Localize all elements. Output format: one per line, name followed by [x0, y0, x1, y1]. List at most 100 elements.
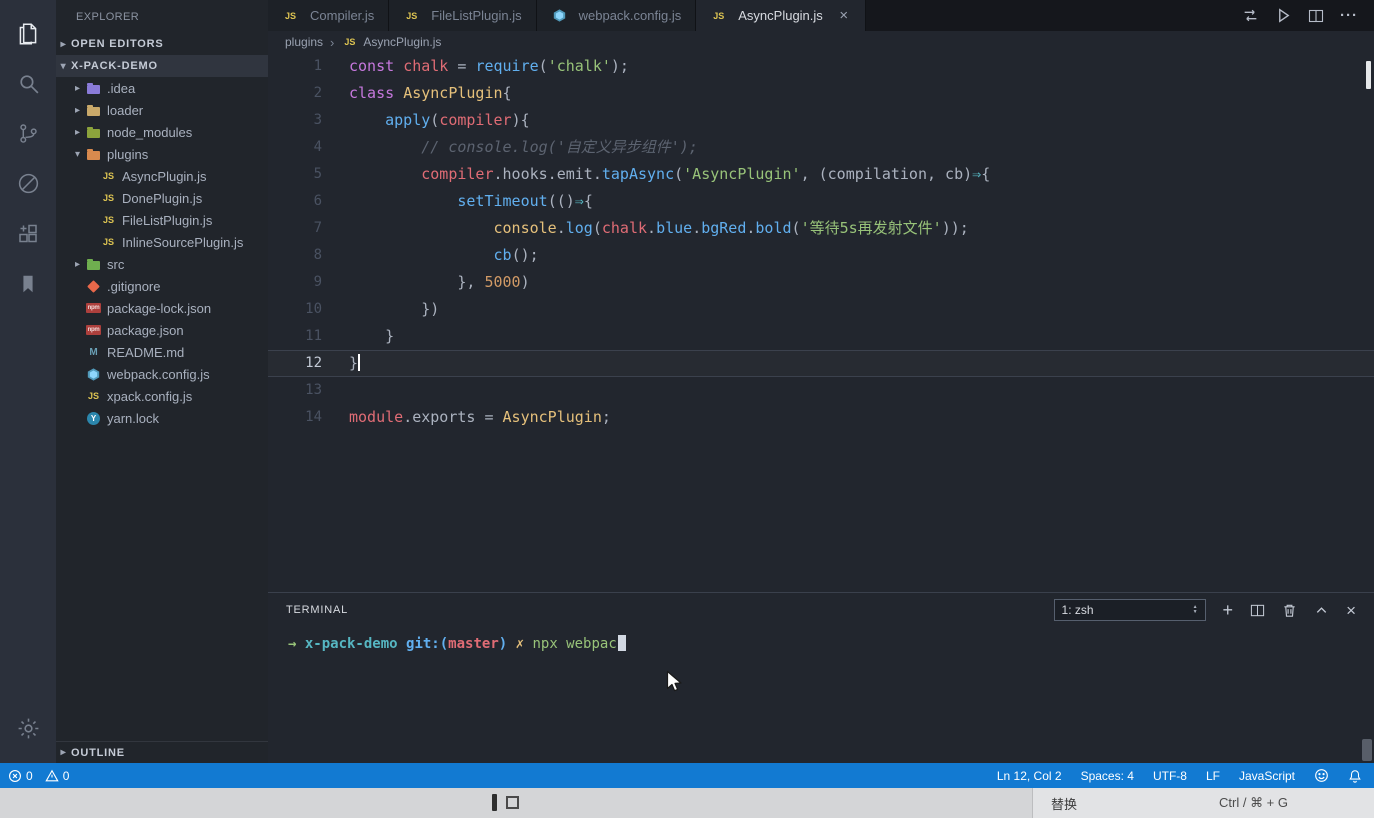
code-line-1[interactable]: 1 const chalk = require('chalk');	[268, 53, 1374, 80]
line-number: 6	[313, 193, 322, 209]
terminal-prompt-segment: ✗	[515, 636, 533, 652]
activity-debug-icon[interactable]	[4, 160, 52, 207]
tree-item-plugins[interactable]: ▾ plugins	[56, 143, 268, 165]
tree-item-package-json[interactable]: npm package.json	[56, 319, 268, 341]
activity-source-control-icon[interactable]	[4, 110, 52, 157]
line-number: 3	[313, 112, 322, 128]
status-encoding[interactable]: UTF-8	[1153, 769, 1187, 783]
tree-item-doneplugin-js[interactable]: JS DonePlugin.js	[56, 187, 268, 209]
activity-search-icon[interactable]	[4, 60, 52, 107]
activity-bookmarks-icon[interactable]	[4, 260, 52, 307]
outline-header[interactable]: ▸ OUTLINE	[56, 741, 268, 763]
tree-item-webpack-config-js[interactable]: webpack.config.js	[56, 363, 268, 385]
code-line-3[interactable]: 3 apply(compiler){	[268, 107, 1374, 134]
tree-item-idea[interactable]: ▸ .idea	[56, 77, 268, 99]
terminal-title[interactable]: TERMINAL	[286, 604, 348, 616]
code-line-8[interactable]: 8 cb();	[268, 242, 1374, 269]
code-line-12[interactable]: 12}	[268, 350, 1374, 377]
terminal-output[interactable]: → x-pack-demo git:(master) ✗ npx webpac	[268, 627, 1374, 655]
tree-item-label: InlineSourcePlugin.js	[122, 234, 244, 250]
line-number: 13	[305, 382, 322, 398]
line-number: 1	[313, 58, 322, 74]
terminal-shell-select[interactable]: 1: zsh ▲ ▼	[1053, 599, 1206, 621]
code-editor[interactable]: 1 const chalk = require('chalk'); 2 class A…	[268, 53, 1374, 592]
tree-item-xpack-config-js[interactable]: JS xpack.config.js	[56, 385, 268, 407]
tree-item-label: package-lock.json	[107, 300, 212, 316]
activity-extensions-icon[interactable]	[4, 210, 52, 257]
status-feedback[interactable]	[1314, 768, 1329, 783]
more-actions-icon[interactable]: ···	[1340, 7, 1358, 24]
breadcrumb-item-plugins[interactable]: plugins	[285, 35, 323, 49]
code-line-14[interactable]: 14 module.exports = AsyncPlugin;	[268, 404, 1374, 431]
js-icon: JS	[406, 10, 418, 21]
tree-item-package-lock-json[interactable]: npm package-lock.json	[56, 297, 268, 319]
activity-settings-icon[interactable]	[4, 705, 52, 752]
kill-terminal-icon[interactable]	[1282, 603, 1297, 618]
js-icon: JS	[87, 391, 99, 401]
line-number: 7	[313, 220, 322, 236]
code-line-6[interactable]: 6 setTimeout(()⇒{	[268, 188, 1374, 215]
tree-item-src[interactable]: ▸ src	[56, 253, 268, 275]
project-root-header[interactable]: ▾ X-PACK-DEMO	[56, 55, 268, 77]
js-icon: JS	[713, 10, 725, 21]
new-terminal-icon[interactable]: +	[1223, 601, 1234, 619]
tree-item-label: DonePlugin.js	[122, 190, 203, 206]
close-tab-icon[interactable]: ×	[837, 7, 851, 24]
tab-asyncplugin-js[interactable]: JS AsyncPlugin.js ×	[696, 0, 866, 31]
project-root-label: X-PACK-DEMO	[71, 60, 158, 72]
tree-item-inlinesourceplugin-js[interactable]: JS InlineSourcePlugin.js	[56, 231, 268, 253]
replace-label[interactable]: 替换	[1051, 794, 1077, 813]
tab-compiler-js[interactable]: JS Compiler.js	[268, 0, 390, 31]
code-line-9[interactable]: 9 }, 5000)	[268, 269, 1374, 296]
status-indentation[interactable]: Spaces: 4	[1081, 769, 1134, 783]
code-line-7[interactable]: 7 console.log(chalk.blue.bgRed.bold('等待5…	[268, 215, 1374, 242]
tree-item-loader[interactable]: ▸ loader	[56, 99, 268, 121]
code-line-11[interactable]: 11 }	[268, 323, 1374, 350]
tree-item-yarn-lock[interactable]: Yyarn.lock	[56, 407, 268, 429]
split-editor-icon[interactable]	[1308, 8, 1324, 24]
code-line-2[interactable]: 2 class AsyncPlugin{	[268, 80, 1374, 107]
compare-changes-icon[interactable]	[1242, 7, 1259, 24]
editor-group: JS Compiler.js JS FileListPlugin.js webpack.…	[268, 0, 1374, 763]
status-eol[interactable]: LF	[1206, 769, 1220, 783]
code-line-4[interactable]: 4 // console.log('自定义异步组件');	[268, 134, 1374, 161]
close-panel-icon[interactable]: ×	[1346, 602, 1356, 619]
tree-item-label: loader	[107, 102, 144, 118]
status-cursor-position[interactable]: Ln 12, Col 2	[997, 769, 1062, 783]
js-icon: JS	[102, 237, 114, 247]
open-editors-header[interactable]: ▸ OPEN EDITORS	[56, 33, 268, 55]
status-errors[interactable]: 0	[8, 769, 33, 783]
tree-item-filelistplugin-js[interactable]: JS FileListPlugin.js	[56, 209, 268, 231]
status-warnings-count: 0	[62, 768, 70, 783]
tree-item-node-modules[interactable]: ▸ node_modules	[56, 121, 268, 143]
background-toolbar-icons	[492, 794, 519, 811]
breadcrumb-item-asyncplugin-js[interactable]: JS AsyncPlugin.js	[341, 34, 441, 50]
status-notifications[interactable]	[1348, 769, 1362, 783]
run-icon[interactable]	[1275, 7, 1292, 24]
tab-filelistplugin-js[interactable]: JS FileListPlugin.js	[389, 0, 537, 31]
bell-icon	[1348, 769, 1362, 783]
line-content: compiler.hooks.emit.tapAsync('AsyncPlugi…	[421, 165, 991, 183]
code-line-10[interactable]: 10 })	[268, 296, 1374, 323]
tree-item-asyncplugin-js[interactable]: JS AsyncPlugin.js	[56, 165, 268, 187]
tab-bar: JS Compiler.js JS FileListPlugin.js webpack.…	[268, 0, 1374, 31]
activity-bar	[0, 0, 56, 763]
tab-webpack-config-js[interactable]: webpack.config.js	[536, 0, 697, 31]
stop-square-icon	[506, 796, 519, 809]
tree-item-gitignore[interactable]: .gitignore	[56, 275, 268, 297]
split-terminal-icon[interactable]	[1250, 603, 1265, 618]
terminal-scrollbar-thumb[interactable]	[1362, 739, 1372, 761]
replace-bar: 替换 Ctrl / ⌘ + G	[1032, 788, 1374, 818]
activity-explorer-icon[interactable]	[4, 10, 52, 57]
status-language-mode[interactable]: JavaScript	[1239, 769, 1295, 783]
scrollbar-indicator[interactable]	[1366, 61, 1371, 89]
tree-item-readme-md[interactable]: M README.md	[56, 341, 268, 363]
background-window-bar: 替换 Ctrl / ⌘ + G	[0, 788, 1374, 818]
line-number: 14	[305, 409, 322, 425]
status-warnings[interactable]: 0	[45, 768, 70, 783]
terminal-panel: TERMINAL 1: zsh ▲ ▼ + × → x-pack-demo git:…	[268, 592, 1374, 763]
code-line-13[interactable]: 13	[268, 377, 1374, 404]
code-line-5[interactable]: 5 compiler.hooks.emit.tapAsync('AsyncPlu…	[268, 161, 1374, 188]
maximize-panel-icon[interactable]	[1314, 603, 1329, 618]
breadcrumb: plugins › JS AsyncPlugin.js	[268, 31, 1374, 53]
